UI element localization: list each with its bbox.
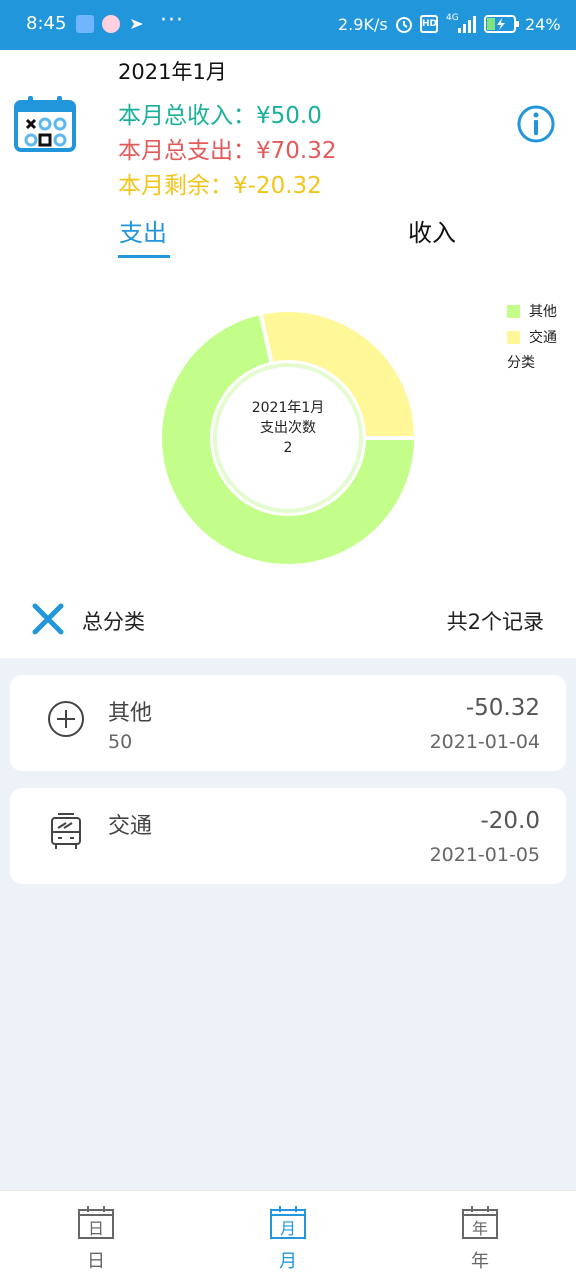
close-icon[interactable] <box>32 603 64 635</box>
legend-label: 其他 <box>529 304 557 320</box>
record-card[interactable]: 其他 50 -50.32 2021-01-04 <box>10 675 566 771</box>
record-amount: -50.32 <box>465 695 540 721</box>
status-bar: 8:45 ··· 2.9K/s HD 4G 24% <box>0 0 576 50</box>
nav-day-label: 日 <box>87 1251 105 1272</box>
legend-swatch <box>507 304 520 318</box>
category-filter-bar: 总分类 共2个记录 <box>0 590 576 656</box>
legend-label: 交通 <box>529 330 557 346</box>
record-category: 交通 <box>108 814 153 839</box>
notification-icon <box>76 15 94 33</box>
chart-legend: 其他 交通 分类 <box>507 298 557 376</box>
total-income: 本月总收入：¥50.0 <box>118 103 322 129</box>
nav-day[interactable]: 日 日 <box>36 1201 156 1277</box>
tab-indicator <box>118 255 170 258</box>
record-list: 其他 50 -50.32 2021-01-04 交通 -20.0 2021-01… <box>0 658 576 1190</box>
tab-expense[interactable]: 支出 <box>119 213 167 248</box>
app-notification-icon <box>102 15 120 33</box>
record-category: 其他 <box>108 701 153 726</box>
nav-year-icon-text: 年 <box>471 1219 488 1238</box>
signal-icon <box>456 14 478 38</box>
nav-year-label: 年 <box>471 1251 489 1272</box>
network-speed: 2.9K/s <box>338 15 388 34</box>
month-title[interactable]: 2021年1月 <box>118 56 227 86</box>
bus-icon <box>51 813 81 849</box>
info-icon[interactable] <box>516 104 556 144</box>
center-count: 2 <box>283 440 293 456</box>
record-amount: -20.0 <box>480 808 540 834</box>
center-label: 支出次数 <box>260 420 316 436</box>
nav-month[interactable]: 月 月 <box>228 1201 348 1277</box>
battery-icon <box>484 15 520 37</box>
legend-item[interactable]: 交通 <box>507 324 557 350</box>
status-time: 8:45 <box>26 13 67 34</box>
category-label[interactable]: 总分类 <box>82 606 145 636</box>
nav-month-icon-text: 月 <box>279 1219 296 1238</box>
bird-icon <box>128 15 146 33</box>
legend-swatch <box>507 330 520 344</box>
nav-month-label: 月 <box>279 1251 297 1272</box>
more-notifications-icon: ··· <box>160 8 184 33</box>
record-note: 50 <box>108 731 133 753</box>
expense-chart: 2021年1月 支出次数 2 其他 交通 分类 <box>0 270 576 580</box>
battery-level: 24% <box>525 15 561 34</box>
bottom-nav: 日 日 月 月 年 年 <box>0 1190 576 1280</box>
legend-title: 分类 <box>507 355 535 371</box>
hd-icon: HD <box>420 15 438 33</box>
nav-year[interactable]: 年 年 <box>420 1201 540 1277</box>
remaining-balance: 本月剩余：¥-20.32 <box>118 173 322 199</box>
record-date: 2021-01-04 <box>429 731 540 753</box>
nav-day-icon-text: 日 <box>87 1219 104 1238</box>
record-card[interactable]: 交通 -20.0 2021-01-05 <box>10 788 566 884</box>
total-expense: 本月总支出：¥70.32 <box>118 138 337 164</box>
legend-item[interactable]: 其他 <box>507 298 557 324</box>
record-date: 2021-01-05 <box>429 844 540 866</box>
tab-income[interactable]: 收入 <box>408 213 456 248</box>
calendar-icon[interactable] <box>14 96 76 152</box>
plus-circle-icon <box>48 701 84 737</box>
month-summary-header: 2021年1月 本月总收入：¥50.0 本月总支出：¥70.32 本月剩余：¥-… <box>0 50 576 200</box>
alarm-icon <box>394 14 414 38</box>
type-tabs: 支出 收入 <box>0 205 576 265</box>
center-month: 2021年1月 <box>251 400 325 416</box>
chart-center-text: 2021年1月 支出次数 2 <box>208 398 368 458</box>
record-count: 共2个记录 <box>446 610 544 634</box>
